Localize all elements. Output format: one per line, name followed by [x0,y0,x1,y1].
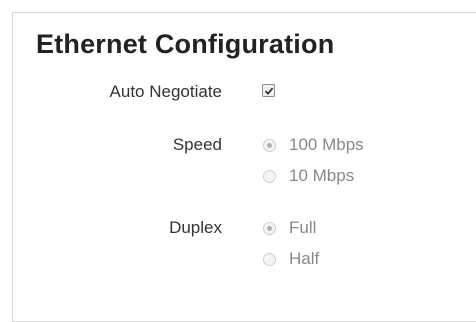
duplex-full-radio[interactable] [263,222,276,235]
speed-10mbps-label: 10 Mbps [289,166,355,185]
speed-100mbps-radio[interactable] [263,139,276,152]
speed-label: Speed [172,135,222,154]
speed-10mbps-radio[interactable] [263,170,276,183]
page-title: Ethernet Configuration [36,29,335,59]
auto-negotiate-checkbox[interactable] [262,84,275,97]
checkmark-icon [264,87,274,95]
duplex-full-label: Full [289,218,317,237]
duplex-label: Duplex [169,218,222,237]
duplex-half-radio[interactable] [263,253,276,266]
speed-100mbps-label: 100 Mbps [289,135,364,154]
duplex-half-label: Half [289,249,320,268]
auto-negotiate-label: Auto Negotiate [109,82,222,101]
